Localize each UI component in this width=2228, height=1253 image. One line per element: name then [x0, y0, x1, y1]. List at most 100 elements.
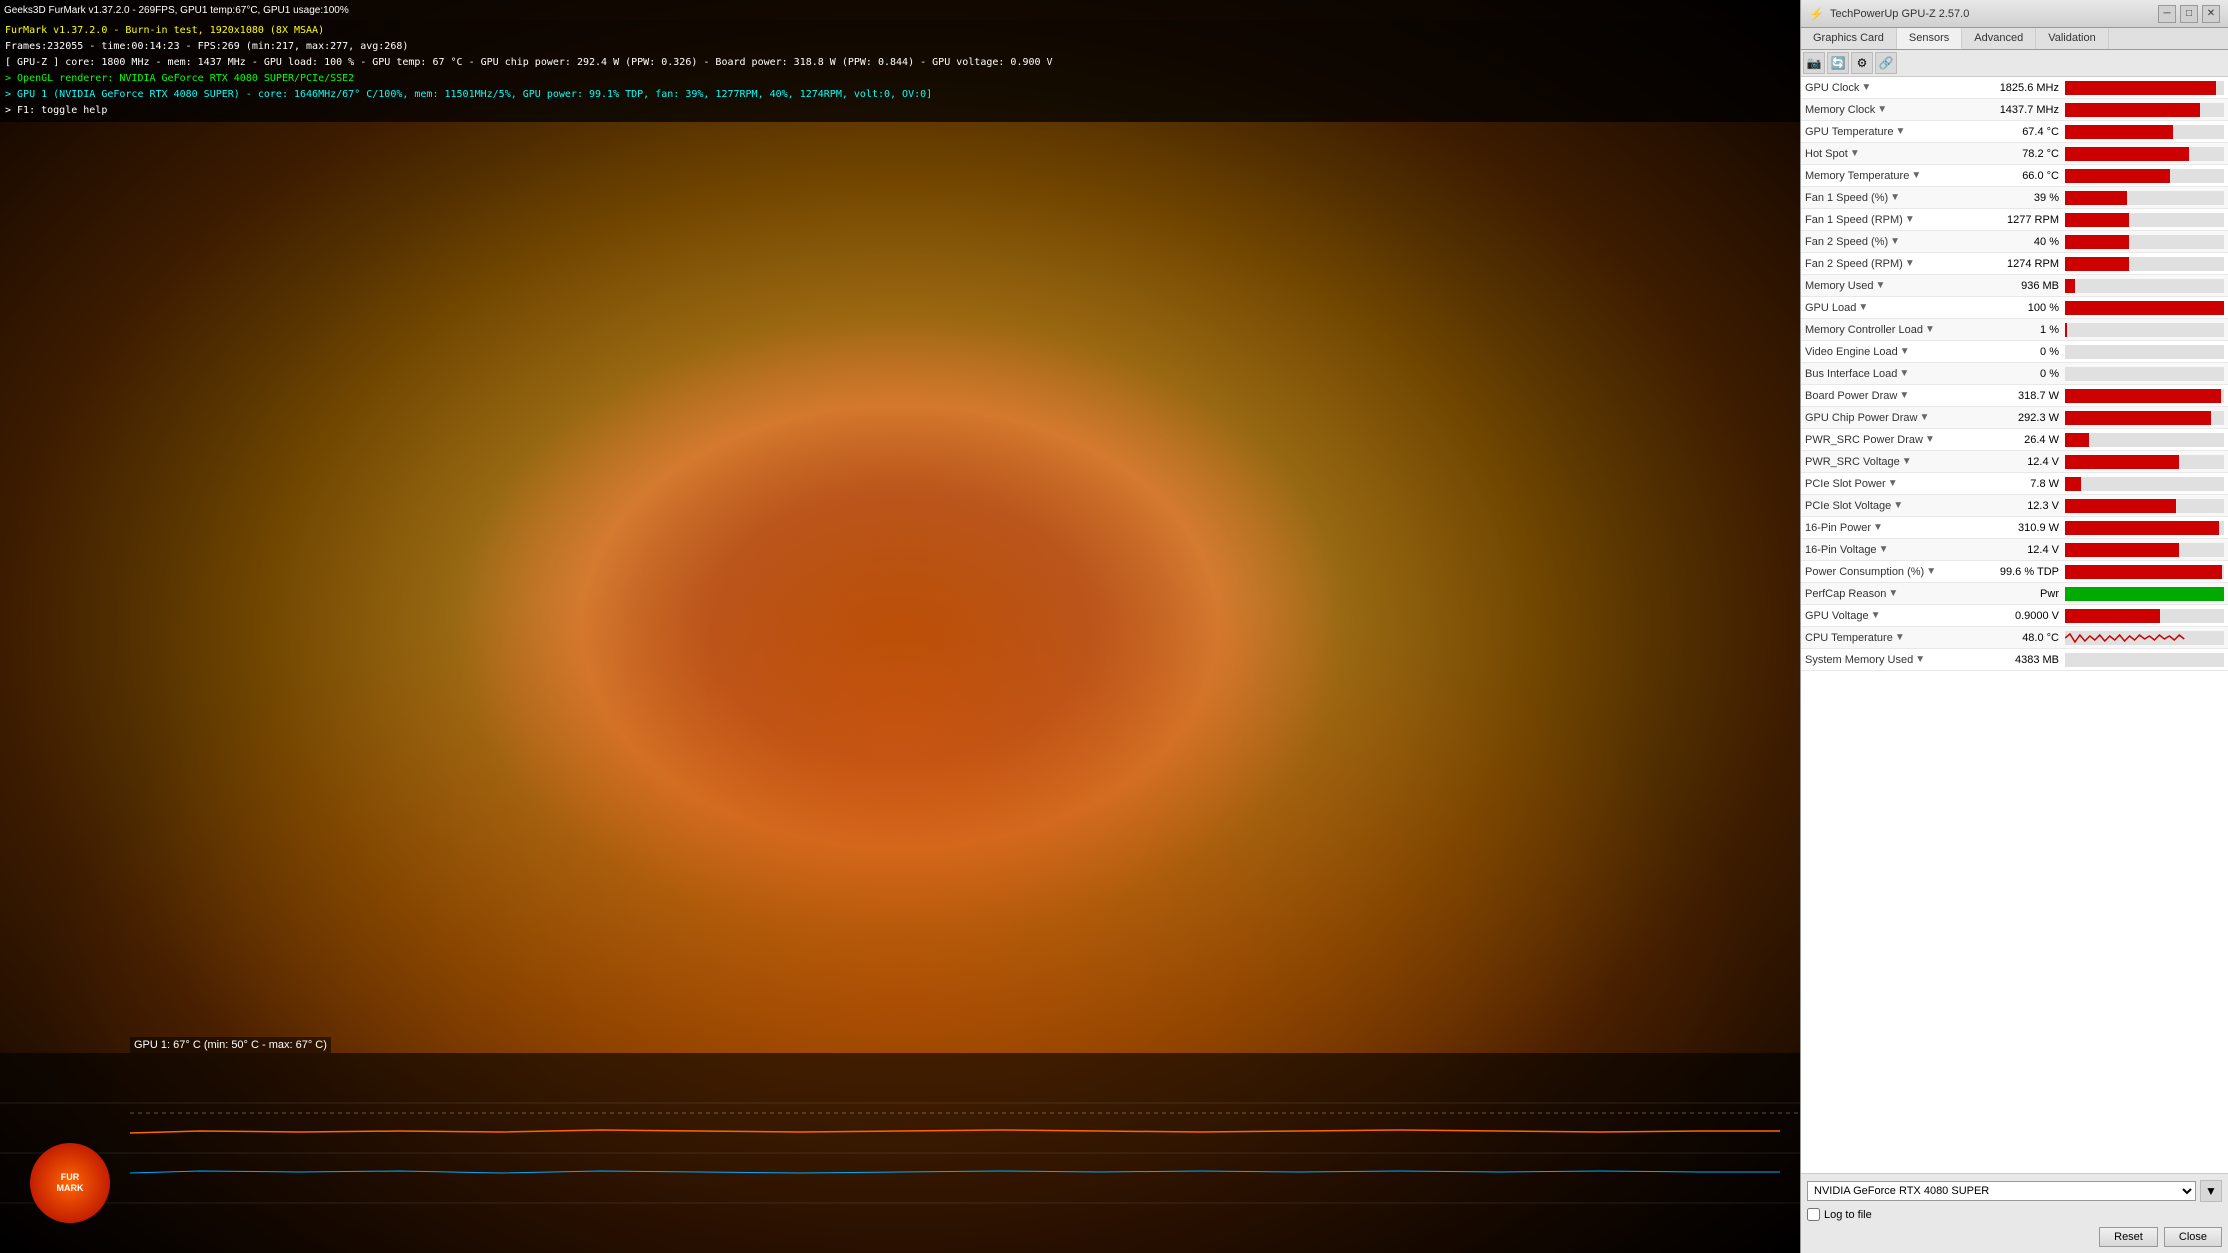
settings-button[interactable]: ⚙	[1851, 52, 1873, 74]
sensor-value: 1437.7 MHz	[1975, 104, 2065, 116]
tab-graphics-card[interactable]: Graphics Card	[1801, 28, 1897, 49]
sensor-list: GPU Clock▼1825.6 MHzMemory Clock▼1437.7 …	[1801, 77, 2228, 1173]
reset-button[interactable]: Reset	[2099, 1227, 2158, 1247]
sensor-row: Fan 2 Speed (%)▼40 %	[1801, 231, 2228, 253]
sensor-dropdown-icon[interactable]: ▼	[1905, 214, 1915, 225]
sensor-name: GPU Voltage▼	[1805, 610, 1975, 622]
gpu-selector-dropdown-btn[interactable]: ▼	[2200, 1180, 2222, 1202]
action-buttons-row: Reset Close	[1807, 1227, 2222, 1247]
sensor-dropdown-icon[interactable]: ▼	[1899, 368, 1909, 379]
sensor-bar-container	[2065, 323, 2224, 337]
sensor-dropdown-icon[interactable]: ▼	[1899, 390, 1909, 401]
sensor-bar-container	[2065, 609, 2224, 623]
sensor-dropdown-icon[interactable]: ▼	[1902, 456, 1912, 467]
sensor-row: GPU Load▼100 %	[1801, 297, 2228, 319]
sensor-bar	[2065, 389, 2221, 403]
refresh-button[interactable]: 🔄	[1827, 52, 1849, 74]
sensor-name: CPU Temperature▼	[1805, 632, 1975, 644]
sensor-bar-container	[2065, 213, 2224, 227]
sensor-name: 16-Pin Power▼	[1805, 522, 1975, 534]
sensor-name: Video Engine Load▼	[1805, 346, 1975, 358]
sensor-dropdown-icon[interactable]: ▼	[1850, 148, 1860, 159]
link-button[interactable]: 🔗	[1875, 52, 1897, 74]
taskbar: Geeks3D FurMark v1.37.2.0 - 269FPS, GPU1…	[0, 0, 1800, 20]
sensor-dropdown-icon[interactable]: ▼	[1890, 236, 1900, 247]
sensor-dropdown-icon[interactable]: ▼	[1900, 346, 1910, 357]
sensor-row: GPU Temperature▼67.4 °C	[1801, 121, 2228, 143]
sensor-dropdown-icon[interactable]: ▼	[1915, 654, 1925, 665]
furmark-stats3: > OpenGL renderer: NVIDIA GeForce RTX 40…	[5, 71, 1795, 87]
sensor-bar	[2065, 81, 2216, 95]
sensor-dropdown-icon[interactable]: ▼	[1911, 170, 1921, 181]
sensor-bar-container	[2065, 367, 2224, 381]
sensor-dropdown-icon[interactable]: ▼	[1895, 632, 1905, 643]
maximize-button[interactable]: □	[2180, 5, 2198, 23]
sensor-bar	[2065, 235, 2129, 249]
sensor-dropdown-icon[interactable]: ▼	[1879, 544, 1889, 555]
sensor-value: 26.4 W	[1975, 434, 2065, 446]
sensor-dropdown-icon[interactable]: ▼	[1925, 324, 1935, 335]
log-to-file-checkbox[interactable]	[1807, 1208, 1820, 1221]
sensor-bar	[2065, 279, 2075, 293]
furmark-info-overlay: FurMark v1.37.2.0 - Burn-in test, 1920x1…	[0, 20, 1800, 122]
sensor-bar-container	[2065, 565, 2224, 579]
sensor-dropdown-icon[interactable]: ▼	[1890, 192, 1900, 203]
tab-sensors[interactable]: Sensors	[1897, 28, 1962, 49]
tab-validation[interactable]: Validation	[2036, 28, 2109, 49]
temp-label: GPU 1: 67° C (min: 50° C - max: 67° C)	[130, 1037, 331, 1053]
sensor-row: GPU Voltage▼0.9000 V	[1801, 605, 2228, 627]
sensor-name: Fan 2 Speed (%)▼	[1805, 236, 1975, 248]
sensor-dropdown-icon[interactable]: ▼	[1926, 566, 1936, 577]
sensor-value: 936 MB	[1975, 280, 2065, 292]
sensor-bar-container	[2065, 257, 2224, 271]
sensor-dropdown-icon[interactable]: ▼	[1919, 412, 1929, 423]
furmark-title: FurMark v1.37.2.0 - Burn-in test, 1920x1…	[5, 23, 1795, 39]
close-panel-button[interactable]: Close	[2164, 1227, 2222, 1247]
gpuz-toolbar: 📷 🔄 ⚙ 🔗	[1801, 50, 2228, 77]
sensor-name: PCIe Slot Voltage▼	[1805, 500, 1975, 512]
sensor-dropdown-icon[interactable]: ▼	[1905, 258, 1915, 269]
sensor-row: Memory Temperature▼66.0 °C	[1801, 165, 2228, 187]
sensor-dropdown-icon[interactable]: ▼	[1861, 82, 1871, 93]
sensor-value: 12.4 V	[1975, 544, 2065, 556]
sensor-bar-container	[2065, 125, 2224, 139]
furmark-help: > F1: toggle help	[5, 103, 1795, 119]
sensor-name: Board Power Draw▼	[1805, 390, 1975, 402]
sensor-dropdown-icon[interactable]: ▼	[1877, 104, 1887, 115]
sensor-bar-container	[2065, 521, 2224, 535]
sensor-row: Bus Interface Load▼0 %	[1801, 363, 2228, 385]
sensor-dropdown-icon[interactable]: ▼	[1888, 588, 1898, 599]
sensor-bar-container	[2065, 301, 2224, 315]
sensor-dropdown-icon[interactable]: ▼	[1871, 610, 1881, 621]
gpu-selector-dropdown[interactable]: NVIDIA GeForce RTX 4080 SUPER	[1807, 1181, 2196, 1201]
sensor-name: GPU Chip Power Draw▼	[1805, 412, 1975, 424]
sensor-bar-container	[2065, 147, 2224, 161]
sensor-dropdown-icon[interactable]: ▼	[1875, 280, 1885, 291]
close-button[interactable]: ✕	[2202, 5, 2220, 23]
sensor-name: GPU Temperature▼	[1805, 126, 1975, 138]
sensor-row: 16-Pin Voltage▼12.4 V	[1801, 539, 2228, 561]
sensor-value: 318.7 W	[1975, 390, 2065, 402]
sensor-row: System Memory Used▼4383 MB	[1801, 649, 2228, 671]
temp-graph	[0, 1053, 1800, 1253]
sensor-row: GPU Clock▼1825.6 MHz	[1801, 77, 2228, 99]
sensor-bar-container	[2065, 411, 2224, 425]
sensor-dropdown-icon[interactable]: ▼	[1925, 434, 1935, 445]
gpuz-bottom-panel: NVIDIA GeForce RTX 4080 SUPER ▼ Log to f…	[1801, 1173, 2228, 1253]
gpuz-panel: ⚡ TechPowerUp GPU-Z 2.57.0 ─ □ ✕ Graphic…	[1800, 0, 2228, 1253]
sensor-row: Video Engine Load▼0 %	[1801, 341, 2228, 363]
sensor-row: PWR_SRC Voltage▼12.4 V	[1801, 451, 2228, 473]
sensor-value: 12.3 V	[1975, 500, 2065, 512]
sensor-value: 12.4 V	[1975, 456, 2065, 468]
sensor-value: 99.6 % TDP	[1975, 566, 2065, 578]
sensor-dropdown-icon[interactable]: ▼	[1858, 302, 1868, 313]
sensor-dropdown-icon[interactable]: ▼	[1888, 478, 1898, 489]
sensor-dropdown-icon[interactable]: ▼	[1893, 500, 1903, 511]
sensor-dropdown-icon[interactable]: ▼	[1895, 126, 1905, 137]
sensor-name: System Memory Used▼	[1805, 654, 1975, 666]
sensor-dropdown-icon[interactable]: ▼	[1873, 522, 1883, 533]
tab-advanced[interactable]: Advanced	[1962, 28, 2036, 49]
minimize-button[interactable]: ─	[2158, 5, 2176, 23]
sensor-name: Fan 1 Speed (RPM)▼	[1805, 214, 1975, 226]
camera-button[interactable]: 📷	[1803, 52, 1825, 74]
